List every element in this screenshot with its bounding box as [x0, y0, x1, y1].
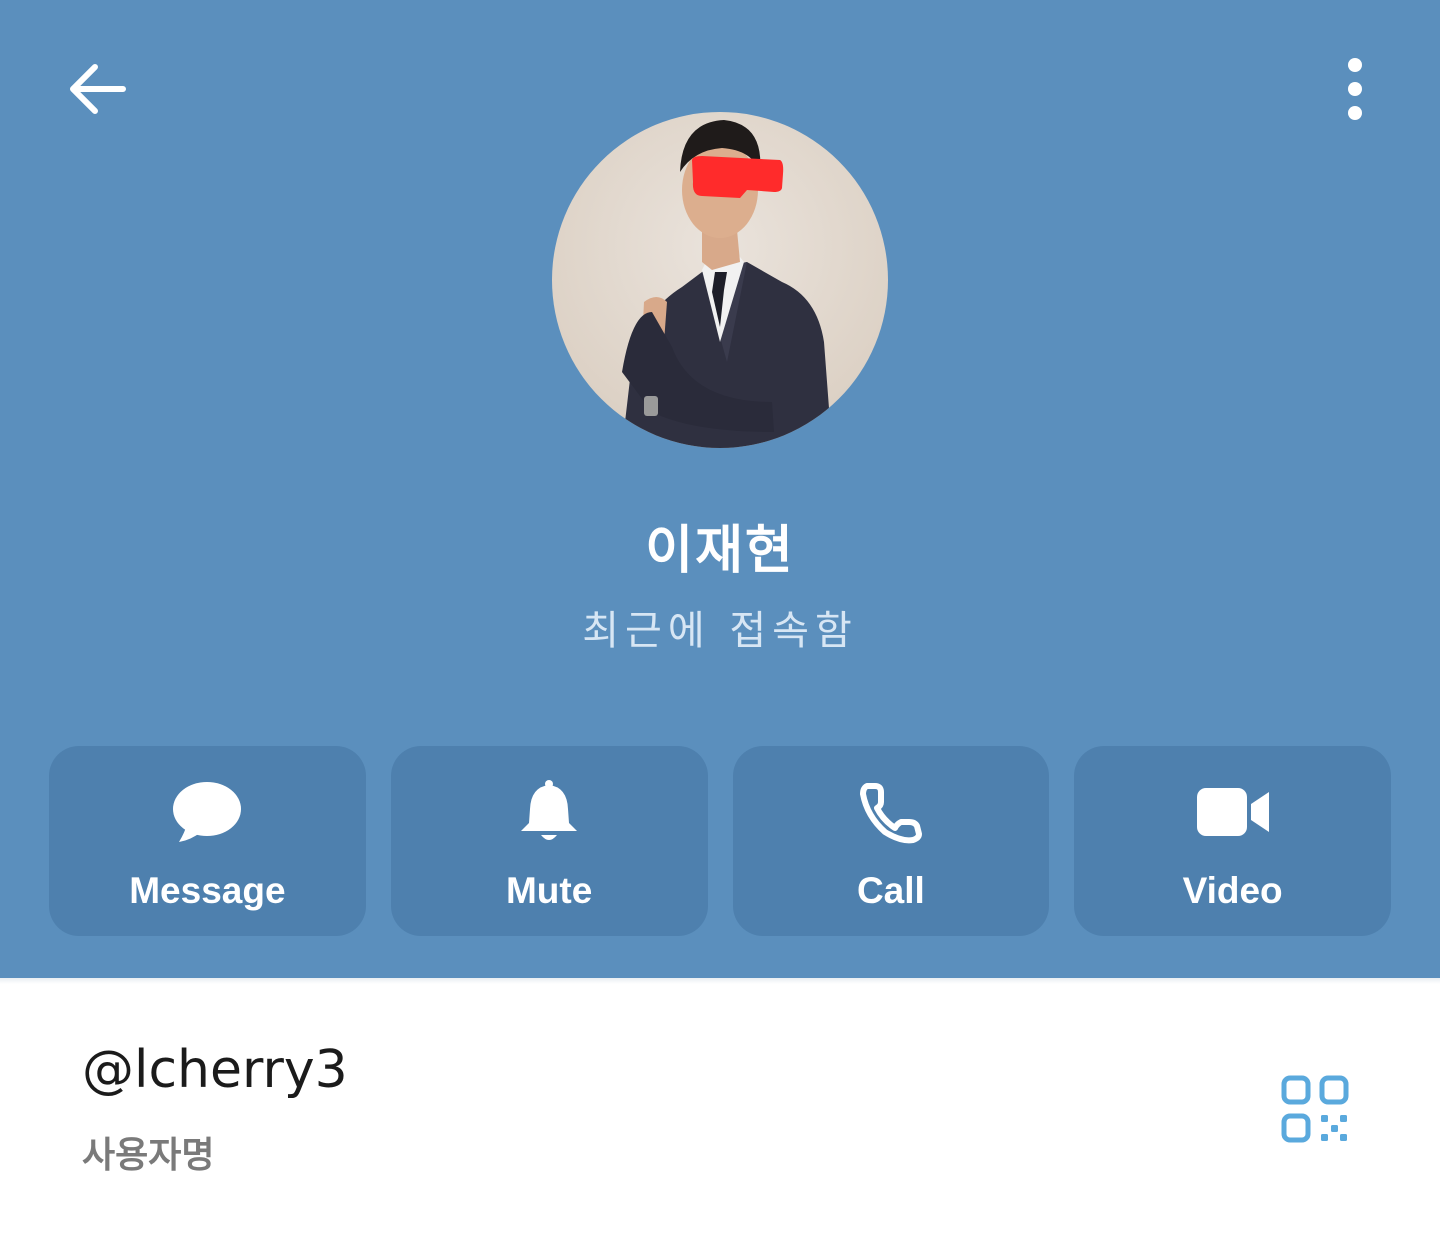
last-seen-status: 최근에 접속함 [582, 608, 858, 654]
header-divider [0, 978, 1440, 984]
mute-label: Mute [505, 870, 593, 911]
message-label: Message [129, 870, 286, 911]
qr-code-button[interactable] [1270, 1064, 1360, 1154]
arrow-left-icon [70, 64, 126, 114]
back-button[interactable] [52, 44, 142, 134]
video-button[interactable]: Video [1074, 746, 1391, 936]
more-vertical-icon [1348, 58, 1362, 120]
username-value[interactable]: @lcherry3 [82, 1040, 348, 1100]
avatar-photo [622, 120, 832, 448]
username-caption: 사용자명 [82, 1135, 215, 1176]
message-bubble-icon [167, 772, 247, 852]
call-label: Call [856, 870, 925, 911]
message-button[interactable]: Message [49, 746, 366, 936]
contact-name: 이재현 [645, 521, 795, 581]
video-camera-icon [1193, 772, 1273, 852]
more-options-button[interactable] [1310, 44, 1400, 134]
qr-code-icon [1281, 1075, 1349, 1143]
call-button[interactable]: Call [732, 746, 1050, 936]
profile-header: 이재현 최근에 접속함 Message Mute Call Video [0, 0, 1440, 978]
mute-button[interactable]: Mute [390, 746, 708, 936]
action-buttons: Message Mute Call Video [49, 746, 1391, 936]
profile-avatar[interactable] [552, 112, 888, 448]
video-label: Video [1182, 870, 1283, 911]
bell-icon [509, 772, 589, 852]
phone-icon [851, 772, 931, 852]
